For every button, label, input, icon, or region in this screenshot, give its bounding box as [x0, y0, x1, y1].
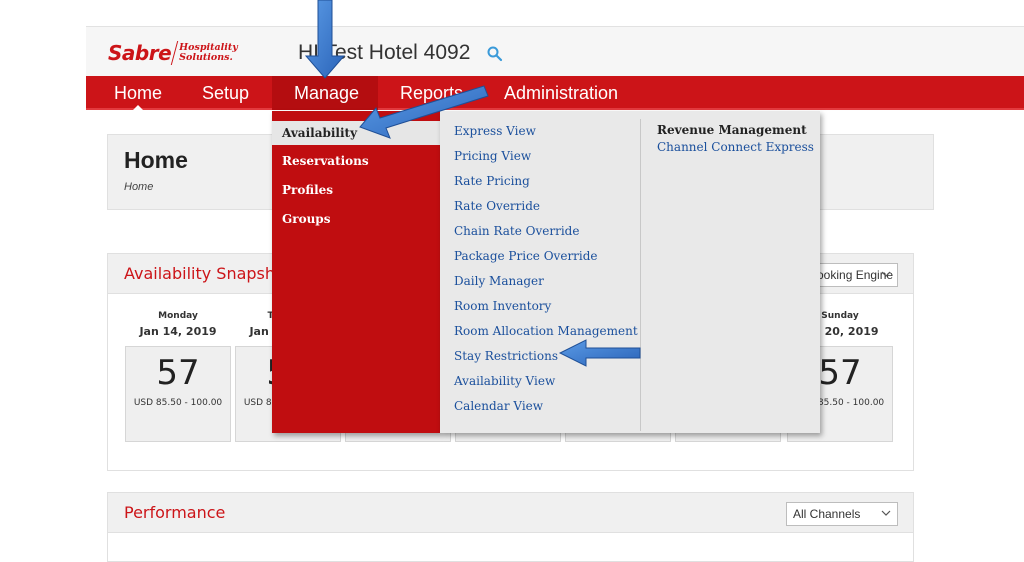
day-header-monday: Monday Jan 14, 2019 [125, 311, 231, 338]
menu-link-availability-view[interactable]: Availability View [454, 374, 555, 388]
menu-link-daily-manager[interactable]: Daily Manager [454, 274, 544, 288]
manage-menu-submenu: Express View Pricing View Rate Pricing R… [440, 111, 820, 433]
search-icon[interactable] [486, 45, 504, 63]
manage-menu-categories: Availability Reservations Profiles Group… [272, 111, 440, 433]
menu-link-rate-pricing[interactable]: Rate Pricing [454, 174, 530, 188]
menu-link-room-allocation-management[interactable]: Room Allocation Management [454, 324, 638, 338]
logo-sub-line2: Solutions. [179, 52, 233, 63]
chevron-down-icon [881, 510, 891, 516]
availability-panel-title: Availability Snapshot [124, 264, 292, 283]
menu-link-pricing-view[interactable]: Pricing View [454, 149, 531, 163]
menu-link-express-view[interactable]: Express View [454, 124, 536, 138]
performance-panel-title: Performance [124, 503, 226, 522]
performance-select-value: All Channels [793, 507, 861, 521]
menu-link-rate-override[interactable]: Rate Override [454, 199, 540, 213]
availability-day-card[interactable]: 57 USD 85.50 - 100.00 [125, 346, 231, 442]
sabre-logo[interactable]: Sabre Hospitality Solutions. [108, 39, 238, 67]
chevron-down-icon [881, 271, 891, 277]
page-header-right [820, 134, 934, 210]
app-window: Sabre Hospitality Solutions. HI Test Hot… [0, 0, 1024, 562]
nav-setup[interactable]: Setup [192, 76, 259, 110]
menu-column-divider [640, 119, 641, 431]
performance-panel-header: Performance All Channels [108, 493, 913, 533]
menu-link-stay-restrictions[interactable]: Stay Restrictions [454, 349, 558, 363]
menu-link-room-inventory[interactable]: Room Inventory [454, 299, 551, 313]
menu-category-groups[interactable]: Groups [272, 207, 440, 231]
menu-link-package-price-override[interactable]: Package Price Override [454, 249, 598, 263]
logo-brand: Sabre [108, 41, 172, 65]
day-date: Jan 14, 2019 [139, 325, 217, 338]
main-nav: Home Setup Manage Reports Administration [86, 76, 1024, 112]
performance-channel-select[interactable]: All Channels [786, 502, 898, 526]
menu-category-availability[interactable]: Availability [272, 121, 440, 145]
page-title: Home [124, 147, 188, 173]
menu-link-channel-connect-express[interactable]: Channel Connect Express [657, 140, 814, 154]
menu-link-chain-rate-override[interactable]: Chain Rate Override [454, 224, 579, 238]
nav-home[interactable]: Home [104, 76, 172, 112]
day-name: Monday [158, 311, 198, 321]
nav-manage[interactable]: Manage [272, 76, 378, 110]
menu-category-reservations[interactable]: Reservations [272, 149, 440, 173]
logo-subtitle: Hospitality Solutions. [179, 43, 238, 63]
top-header: Sabre Hospitality Solutions. HI Test Hot… [86, 26, 1024, 76]
hotel-name[interactable]: HI Test Hotel 4092 [298, 41, 470, 65]
nav-reports[interactable]: Reports [390, 76, 473, 110]
nav-administration[interactable]: Administration [494, 76, 628, 110]
rooms-available-count: 57 [156, 353, 200, 393]
logo-divider [170, 41, 179, 65]
menu-category-profiles[interactable]: Profiles [272, 178, 440, 202]
performance-panel: Performance All Channels [107, 492, 914, 562]
price-range: USD 85.50 - 100.00 [133, 398, 223, 408]
menu-link-calendar-view[interactable]: Calendar View [454, 399, 543, 413]
menu-heading-revenue-management: Revenue Management [657, 123, 807, 137]
breadcrumb[interactable]: Home [124, 181, 153, 193]
